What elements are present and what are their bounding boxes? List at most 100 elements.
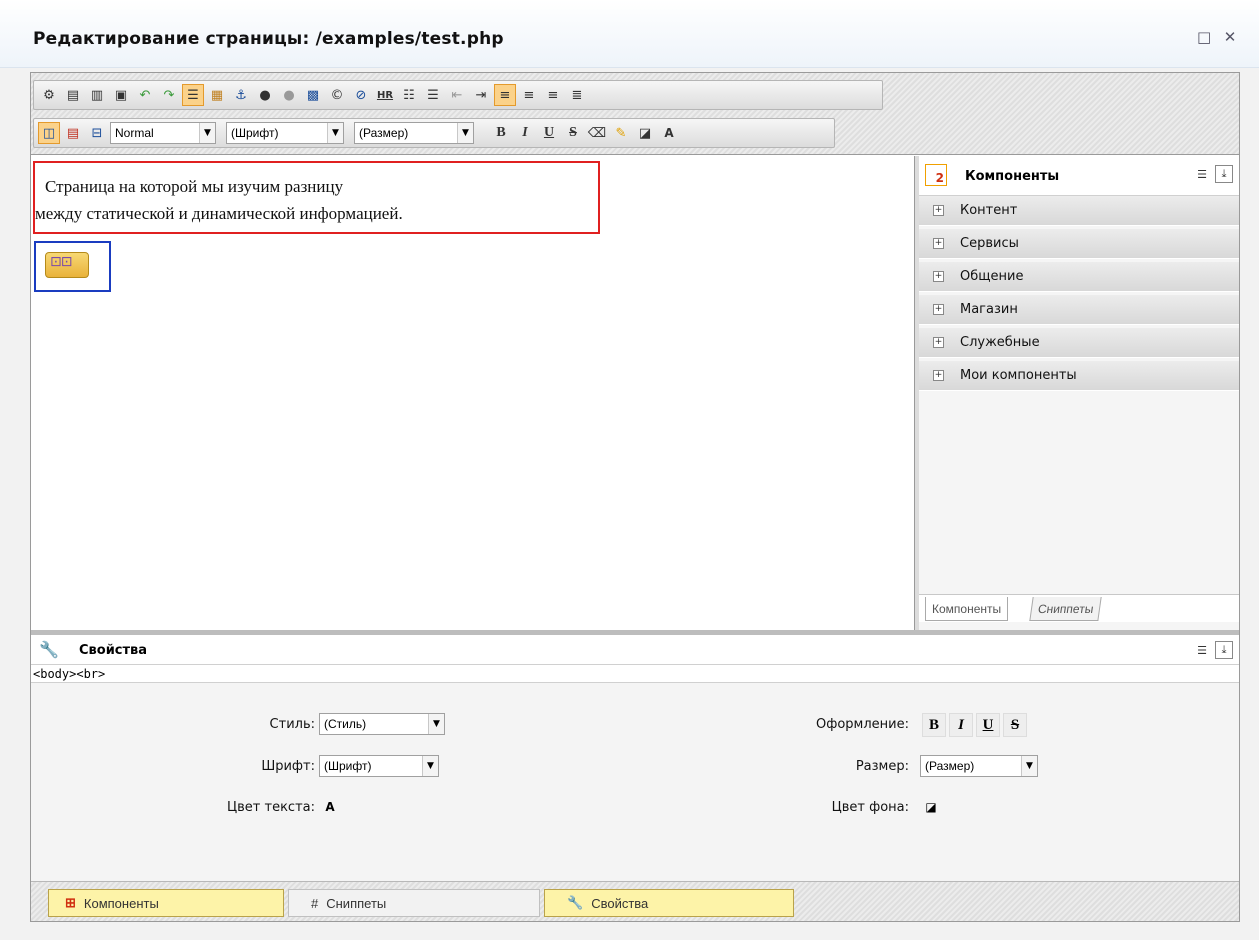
- restore-icon[interactable]: □: [1197, 28, 1211, 46]
- bold-button[interactable]: B: [490, 122, 512, 144]
- paste-icon[interactable]: ▣: [110, 84, 132, 106]
- components-icon: ⊞: [65, 895, 76, 910]
- text-color-icon[interactable]: A: [658, 122, 680, 144]
- component-placeholder-box[interactable]: [34, 241, 111, 292]
- window-title: Редактирование страницы: /examples/test.…: [33, 29, 504, 49]
- indent-icon[interactable]: ⇥: [470, 84, 492, 106]
- close-icon[interactable]: ✕: [1223, 28, 1237, 46]
- bullet-list-icon[interactable]: ☰: [422, 84, 444, 106]
- undo-icon[interactable]: ↶: [134, 84, 156, 106]
- toolbar-area: ⚙ ▤ ▥ ▣ ↶ ↷ ☰ ▦ ⚓ ● ● ▩ © ⊘ HR ☷ ☰ ⇤ ⇥ ≡: [31, 73, 1239, 155]
- editor-text-line-1: Страница на которой мы изучим разницу: [45, 177, 344, 196]
- bottom-tab-bar: ⊞ Компоненты # Сниппеты 🔧 Свойства: [31, 881, 1239, 921]
- ordered-list-icon[interactable]: ☷: [398, 84, 420, 106]
- panel-dock-icon[interactable]: ⤓: [1215, 165, 1233, 183]
- expand-icon: +: [933, 271, 944, 282]
- panel-menu-icon[interactable]: ☰: [1193, 641, 1211, 659]
- save-word-icon[interactable]: ▤: [62, 84, 84, 106]
- toolbar-row-2: ◫ ▤ ⊟ Normal ▼ (Шрифт) ▼ (Размер) ▼ B I U S: [33, 118, 835, 148]
- title-bar: Редактирование страницы: /examples/test.…: [0, 0, 1259, 68]
- style-label: Стиль:: [269, 717, 315, 732]
- panel-menu-icon[interactable]: ☰: [1193, 165, 1211, 183]
- size-label: Размер:: [855, 759, 909, 774]
- tab-snippets[interactable]: Сниппеты: [1029, 597, 1103, 621]
- bg-color-label: Цвет фона:: [831, 800, 909, 815]
- category-service[interactable]: + Служебные: [919, 328, 1239, 358]
- toolbar-row-1: ⚙ ▤ ▥ ▣ ↶ ↷ ☰ ▦ ⚓ ● ● ▩ © ⊘ HR ☷ ☰ ⇤ ⇥ ≡: [33, 80, 883, 110]
- panel-dock-icon[interactable]: ⤓: [1215, 641, 1233, 659]
- chevron-down-icon: ▼: [457, 123, 473, 143]
- category-content[interactable]: + Контент: [919, 196, 1239, 226]
- chevron-down-icon: ▼: [1021, 756, 1037, 776]
- tab-components[interactable]: Компоненты: [925, 597, 1009, 621]
- category-communication[interactable]: + Общение: [919, 262, 1239, 292]
- components-icon: 2: [925, 164, 947, 186]
- eraser-icon[interactable]: ⌫: [586, 122, 608, 144]
- bottom-tab-properties[interactable]: 🔧 Свойства: [544, 889, 794, 917]
- element-path[interactable]: <body><br>: [31, 665, 1239, 683]
- expand-icon: +: [933, 304, 944, 315]
- prop-italic-button[interactable]: I: [949, 713, 973, 737]
- select-all-icon[interactable]: ☰: [182, 84, 204, 106]
- component-icon[interactable]: [45, 252, 89, 278]
- redo-icon[interactable]: ↷: [158, 84, 180, 106]
- image-icon[interactable]: ▩: [302, 84, 324, 106]
- justify-icon[interactable]: ≣: [566, 84, 588, 106]
- properties-panel-header: 🔧 Свойства ☰ ⤓: [31, 635, 1239, 665]
- anchor-icon[interactable]: ⚓: [230, 84, 252, 106]
- formatting-label: Оформление:: [816, 717, 909, 732]
- bg-color-icon[interactable]: ◪: [920, 796, 942, 818]
- align-center-icon[interactable]: ≡: [518, 84, 540, 106]
- font-select[interactable]: (Шрифт) ▼: [226, 122, 344, 144]
- wrench-icon: 🔧: [39, 640, 59, 659]
- snippet-icon: #: [311, 895, 319, 911]
- align-left-icon[interactable]: ≡: [494, 84, 516, 106]
- category-shop[interactable]: + Магазин: [919, 295, 1239, 325]
- align-right-icon[interactable]: ≡: [542, 84, 564, 106]
- components-panel-header: 2 Компоненты ☰ ⤓: [919, 156, 1239, 196]
- properties-panel-title: Свойства: [79, 643, 148, 658]
- wysiwyg-mode-icon[interactable]: ◫: [38, 122, 60, 144]
- expand-icon: +: [933, 370, 944, 381]
- save-text-icon[interactable]: ▥: [86, 84, 108, 106]
- size-select[interactable]: (Размер) ▼: [354, 122, 474, 144]
- flash-icon[interactable]: ⊘: [350, 84, 372, 106]
- category-my-components[interactable]: + Мои компоненты: [919, 361, 1239, 391]
- expand-icon: +: [933, 205, 944, 216]
- prop-size-select[interactable]: (Размер) ▼: [920, 755, 1038, 777]
- prop-font-select[interactable]: (Шрифт) ▼: [319, 755, 439, 777]
- outdent-icon[interactable]: ⇤: [446, 84, 468, 106]
- style-select[interactable]: Normal ▼: [110, 122, 216, 144]
- split-mode-icon[interactable]: ⊟: [86, 122, 108, 144]
- copyright-icon[interactable]: ©: [326, 84, 348, 106]
- font-label: Шрифт:: [261, 759, 315, 774]
- bottom-tab-components[interactable]: ⊞ Компоненты: [48, 889, 284, 917]
- italic-button[interactable]: I: [514, 122, 536, 144]
- text-color-icon[interactable]: A: [319, 796, 341, 818]
- category-services[interactable]: + Сервисы: [919, 229, 1239, 259]
- table-icon[interactable]: ▦: [206, 84, 228, 106]
- chevron-down-icon: ▼: [428, 714, 444, 734]
- components-panel-title: Компоненты: [965, 169, 1060, 184]
- text-color-label: Цвет текста:: [227, 800, 315, 815]
- cleanup-icon[interactable]: ✎: [610, 122, 632, 144]
- editor-window: Редактирование страницы: /examples/test.…: [0, 0, 1259, 940]
- bg-color-icon[interactable]: ◪: [634, 122, 656, 144]
- settings-icon[interactable]: ⚙: [38, 84, 60, 106]
- code-mode-icon[interactable]: ▤: [62, 122, 84, 144]
- prop-bold-button[interactable]: B: [922, 713, 946, 737]
- prop-underline-button[interactable]: U: [976, 713, 1000, 737]
- properties-panel: 🔧 Свойства ☰ ⤓ <body><br> Стиль: (Стиль)…: [31, 635, 1239, 881]
- highlighted-text-block: Страница на которой мы изучим разницу ме…: [33, 161, 600, 234]
- prop-strike-button[interactable]: S: [1003, 713, 1027, 737]
- strikethrough-button[interactable]: S: [562, 122, 584, 144]
- prop-style-select[interactable]: (Стиль) ▼: [319, 713, 445, 735]
- underline-button[interactable]: U: [538, 122, 560, 144]
- components-panel-tabs: Компоненты Сниппеты: [919, 594, 1239, 622]
- unlink-icon[interactable]: ●: [278, 84, 300, 106]
- bottom-tab-snippets[interactable]: # Сниппеты: [288, 889, 540, 917]
- editing-area[interactable]: Страница на которой мы изучим разницу ме…: [31, 156, 915, 630]
- editor-frame: ⚙ ▤ ▥ ▣ ↶ ↷ ☰ ▦ ⚓ ● ● ▩ © ⊘ HR ☷ ☰ ⇤ ⇥ ≡: [30, 72, 1240, 922]
- link-icon[interactable]: ●: [254, 84, 276, 106]
- hr-icon[interactable]: HR: [374, 84, 396, 106]
